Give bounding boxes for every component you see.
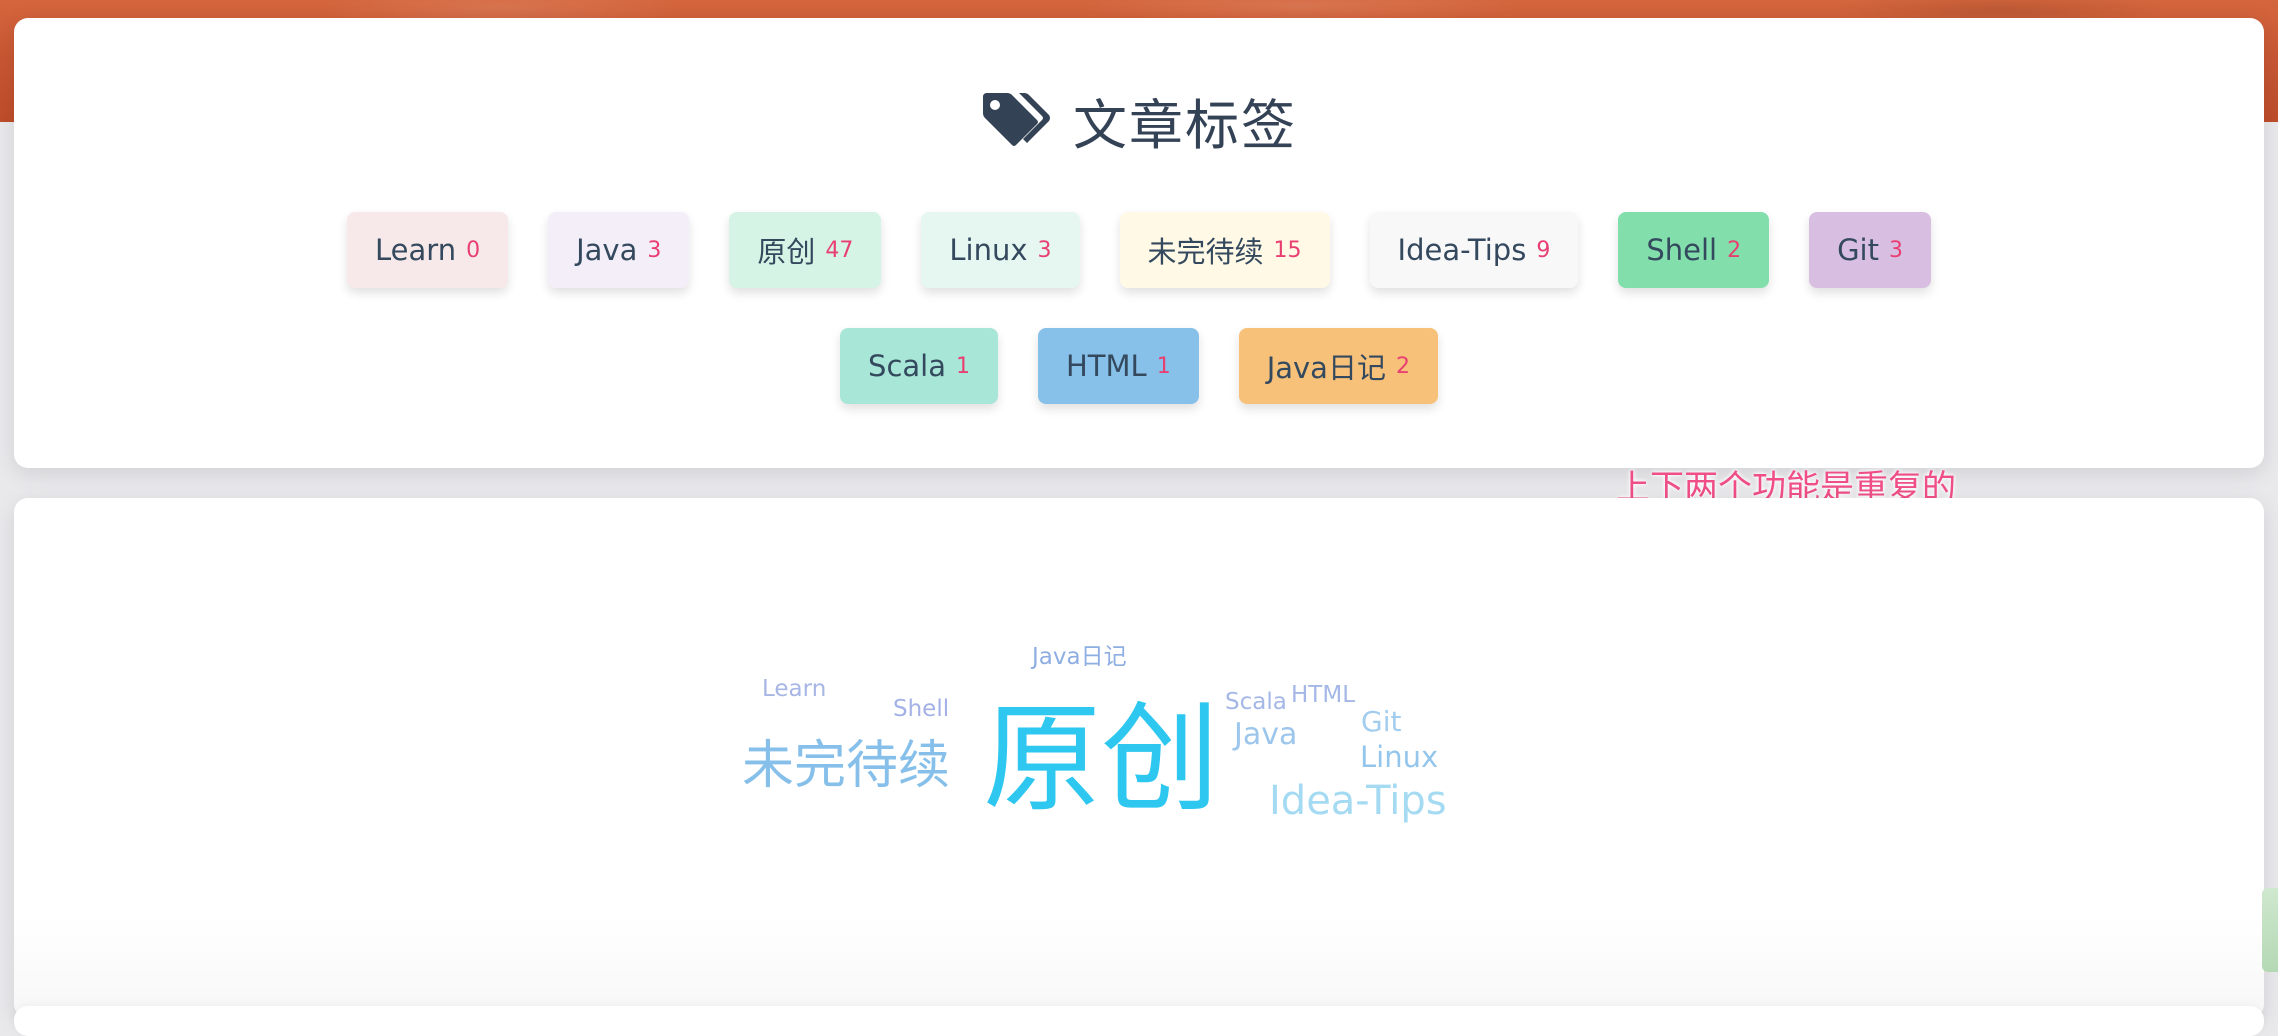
word-cloud-item[interactable]: Learn <box>762 678 826 701</box>
tag-count: 9 <box>1536 237 1551 263</box>
tag-chip[interactable]: Learn 0 <box>347 212 509 288</box>
page-title-text: 文章标签 <box>1073 93 1297 157</box>
tag-count: 3 <box>647 237 662 263</box>
word-cloud-item[interactable]: 原创 <box>983 700 1219 818</box>
tag-name: Java <box>576 233 638 267</box>
word-cloud-item[interactable]: Linux <box>1360 743 1438 772</box>
tags-card: 文章标签 Learn 0 Java 3 原创 47 Linux 3 未完待续 15 Idea-Tip… <box>14 18 2264 468</box>
tag-name: Learn <box>375 233 457 267</box>
tag-name: Idea-Tips <box>1397 233 1527 267</box>
tag-count: 1 <box>955 353 970 379</box>
tag-name: Scala <box>868 349 946 383</box>
word-cloud-card: Java日记 Learn Shell 未完待续 原创 Scala HTML Java Git Li… <box>14 498 2264 1018</box>
tag-count: 3 <box>1037 237 1052 263</box>
page-title: 文章标签 <box>14 80 2264 160</box>
tag-chip[interactable]: HTML 1 <box>1037 328 1199 404</box>
tag-chip[interactable]: Shell 2 <box>1618 212 1770 288</box>
word-cloud-item[interactable]: HTML <box>1291 684 1355 707</box>
word-cloud-item[interactable]: Java日记 <box>1032 646 1127 669</box>
tag-name: Linux <box>949 233 1028 267</box>
tag-count: 1 <box>1156 353 1171 379</box>
tag-chip[interactable]: Scala 1 <box>840 328 998 404</box>
tags-icon <box>981 91 1051 149</box>
tag-count: 47 <box>825 237 854 263</box>
tag-chip[interactable]: 未完待续 15 <box>1119 212 1330 288</box>
word-cloud-item[interactable]: 未完待续 <box>742 740 950 792</box>
tag-count: 3 <box>1888 237 1903 263</box>
word-cloud-item[interactable]: Java <box>1234 720 1297 750</box>
tag-name: 原创 <box>757 235 816 269</box>
tag-count: 2 <box>1727 237 1742 263</box>
word-cloud-item[interactable]: Shell <box>893 698 949 721</box>
tag-row: Learn 0 Java 3 原创 47 Linux 3 未完待续 15 Idea-Tips 9 She… <box>14 212 2264 288</box>
tag-chip[interactable]: 原创 47 <box>729 212 882 288</box>
word-cloud-item[interactable]: Idea-Tips <box>1269 781 1447 821</box>
word-cloud-item[interactable]: Git <box>1361 708 1401 736</box>
tag-name: Java日记 <box>1266 351 1386 385</box>
tag-name: Shell <box>1646 233 1718 267</box>
tag-name: HTML <box>1065 349 1147 383</box>
tag-chip[interactable]: Idea-Tips 9 <box>1369 212 1579 288</box>
tag-name: Git <box>1837 233 1879 267</box>
side-decoration <box>2262 888 2278 972</box>
tag-chip[interactable]: Java日记 2 <box>1238 328 1438 404</box>
tag-count: 0 <box>466 237 481 263</box>
next-card <box>14 1006 2264 1036</box>
tag-count: 2 <box>1395 353 1410 379</box>
tag-chip[interactable]: Git 3 <box>1809 212 1931 288</box>
tag-name: 未完待续 <box>1147 235 1264 269</box>
tag-chip[interactable]: Linux 3 <box>921 212 1080 288</box>
tag-count: 15 <box>1273 237 1302 263</box>
tag-chip[interactable]: Java 3 <box>548 212 690 288</box>
word-cloud-item[interactable]: Scala <box>1225 691 1287 714</box>
tag-row: Scala 1 HTML 1 Java日记 2 <box>14 328 2264 404</box>
